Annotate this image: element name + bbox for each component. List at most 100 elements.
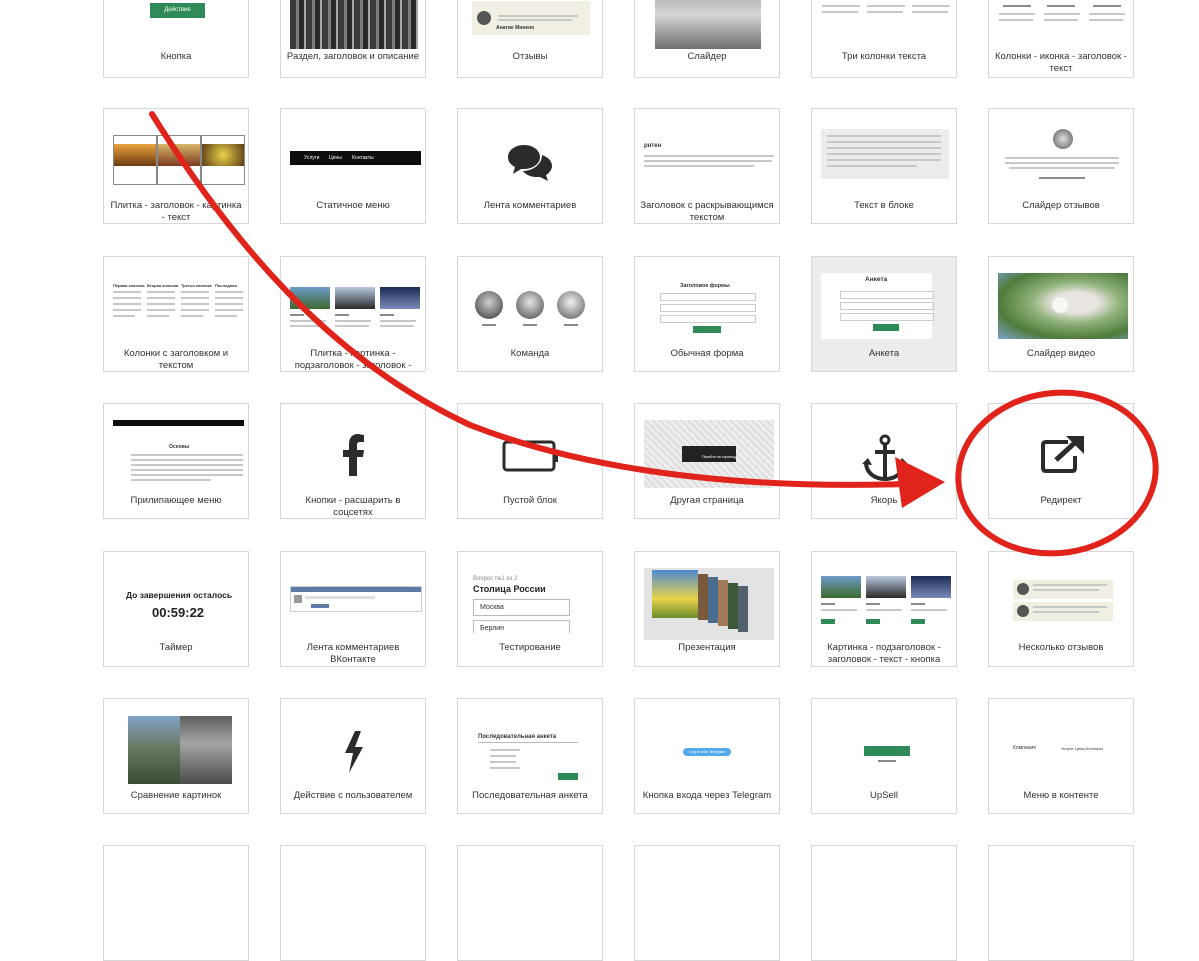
mountain-fog-image: [655, 0, 761, 49]
block-comment-feed[interactable]: Лента комментариев: [457, 108, 603, 224]
column-title: Третья колонка: [181, 283, 212, 288]
block-expandable-heading[interactable]: рнтен Заголовок с раскрывающимся текстом: [634, 108, 780, 224]
block-label: Слайдер: [687, 51, 727, 62]
block-label: Другая страница: [670, 495, 744, 506]
block-share-buttons[interactable]: Кнопки - расшарить в соцсетях: [280, 403, 426, 519]
team-avatar: [475, 291, 503, 319]
block-label: Плитка - картинка - подзаголовок - загол…: [294, 348, 412, 371]
block-section-title-description[interactable]: Раздел, заголовок и описание: [280, 0, 426, 78]
block-tile-image-subtitle[interactable]: Плитка - картинка - подзаголовок - загол…: [280, 256, 426, 372]
block-three-text-columns[interactable]: Три колонки текста: [811, 0, 957, 78]
block-multiple-reviews[interactable]: Несколько отзывов: [988, 551, 1134, 667]
timer-heading: До завершения осталось: [126, 590, 233, 600]
slide: [652, 570, 698, 618]
block-slider[interactable]: Слайдер: [634, 0, 780, 78]
block-static-menu[interactable]: Услуги Цены Контакты Статичное меню: [280, 108, 426, 224]
block-review-slider[interactable]: Слайдер отзывов: [988, 108, 1134, 224]
menu-item: Контакты: [352, 155, 374, 161]
slide: [708, 577, 718, 623]
block-empty[interactable]: Пустой блок: [457, 403, 603, 519]
tile-2: [157, 135, 201, 185]
tile-image: [866, 576, 906, 598]
reviewer-name: Анатие Минено: [496, 25, 535, 31]
block-label: Редирект: [1040, 495, 1082, 506]
block-text-in-box[interactable]: Текст в блоке: [811, 108, 957, 224]
block-label: Меню в контенте: [1023, 790, 1099, 801]
column-title: Первая колонка: [113, 283, 145, 288]
block-reviews[interactable]: Анатие Минено Отзывы: [457, 0, 603, 78]
block-questionnaire[interactable]: Анкета Анкета: [811, 256, 957, 372]
block-label: Картинка - подзаголовок - заголовок - те…: [827, 642, 941, 665]
block-label: Сравнение картинок: [130, 790, 222, 801]
block-image-comparison[interactable]: Сравнение картинок: [103, 698, 249, 814]
vk-widget: [290, 586, 422, 612]
block-partial[interactable]: [457, 845, 603, 961]
answer-option-text: Москва: [480, 604, 504, 611]
expandable-title: рнтен: [644, 143, 662, 149]
question-title: Столица России: [473, 584, 546, 594]
comments-icon: [508, 145, 552, 181]
team-avatar: [516, 291, 544, 319]
block-anchor[interactable]: Якорь: [811, 403, 957, 519]
block-other-page[interactable]: Перейти на страницу Другая страница: [634, 403, 780, 519]
form-title: Заголовок формы: [680, 283, 730, 289]
block-sticky-menu[interactable]: Основы Прилипающее меню: [103, 403, 249, 519]
upsell-button: [864, 746, 910, 756]
block-testing[interactable]: Вопрос №1 из 2 Столица России Москва Бер…: [457, 551, 603, 667]
block-timer[interactable]: До завершения осталось 00:59:22 Таймер: [103, 551, 249, 667]
tile-image: [335, 287, 375, 309]
block-label: Анкета: [868, 348, 900, 359]
block-user-action[interactable]: Действие с пользователем: [280, 698, 426, 814]
block-label: Кнопки - расшарить в соцсетях: [305, 495, 401, 518]
block-team[interactable]: Команда: [457, 256, 603, 372]
answer-option: Москва: [473, 599, 570, 616]
sample-action-button: Действие: [150, 3, 205, 18]
block-sequential-survey[interactable]: Последовательная анкета Последовательная…: [457, 698, 603, 814]
compare-image-left: [128, 716, 180, 784]
block-tile-title-image-text[interactable]: Плитка - заголовок - картинка - текст: [103, 108, 249, 224]
tile-image: [911, 576, 951, 598]
block-label: Плитка - заголовок - картинка - текст: [110, 200, 242, 223]
empty-block-icon: [502, 440, 558, 472]
telegram-login-text: Log in with Telegram: [689, 749, 726, 754]
block-label: Тестирование: [499, 642, 561, 653]
block-partial[interactable]: [634, 845, 780, 961]
menu-item: Услуги: [1061, 746, 1074, 751]
block-redirect[interactable]: Редирект: [988, 403, 1134, 519]
form-field: [660, 293, 756, 301]
block-video-slider[interactable]: Слайдер видео: [988, 256, 1134, 372]
block-simple-form[interactable]: Заголовок формы Обычная форма: [634, 256, 780, 372]
block-partial[interactable]: [103, 845, 249, 961]
survey-title: Последовательная анкета: [478, 734, 557, 740]
form-submit: [693, 326, 721, 333]
block-label: Колонки - иконка - заголовок - текст: [995, 51, 1127, 74]
block-presentation[interactable]: Презентация: [634, 551, 780, 667]
block-label: Раздел, заголовок и описание: [286, 51, 420, 62]
block-image-subtitle-title-text-button[interactable]: Картинка - подзаголовок - заголовок - те…: [811, 551, 957, 667]
block-label: Лента комментариев: [483, 200, 577, 211]
block-label: Действие с пользователем: [293, 790, 413, 801]
block-button[interactable]: Действие Кнопка: [103, 0, 249, 78]
block-label: Команда: [510, 348, 550, 359]
block-label: Якорь: [870, 495, 898, 506]
block-partial[interactable]: [811, 845, 957, 961]
tile-3: [201, 135, 245, 185]
block-label: Последовательная анкета: [472, 790, 588, 801]
block-upsell[interactable]: UpSell: [811, 698, 957, 814]
sticky-title: Основы: [169, 444, 190, 450]
block-columns-title-text[interactable]: Первая колонка Вторая колонка Третья кол…: [103, 256, 249, 372]
block-vk-comments[interactable]: Лента комментариев ВКонтакте: [280, 551, 426, 667]
block-partial[interactable]: [280, 845, 426, 961]
form-field: [660, 304, 756, 312]
telegram-login-button: Log in with Telegram: [683, 748, 731, 756]
tile-image: [290, 287, 330, 309]
external-link-icon: [1041, 436, 1084, 473]
block-label: Отзывы: [512, 51, 548, 62]
question-number: Вопрос №1 из 2: [473, 576, 518, 582]
video-preview: [998, 273, 1128, 339]
block-partial[interactable]: [988, 845, 1134, 961]
block-telegram-login[interactable]: Log in with Telegram Кнопка входа через …: [634, 698, 780, 814]
block-label: Таймер: [159, 642, 193, 653]
block-columns-icon-title-text[interactable]: Колонки - иконка - заголовок - текст: [988, 0, 1134, 78]
block-menu-in-content[interactable]: Компания Услуги Цены Контакты Меню в кон…: [988, 698, 1134, 814]
